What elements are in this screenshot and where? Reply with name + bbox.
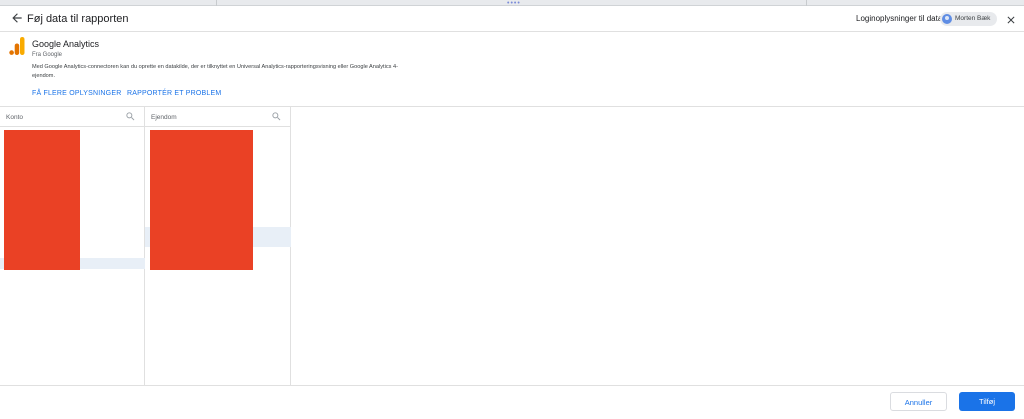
search-icon[interactable] xyxy=(125,111,136,122)
redacted-property-list xyxy=(150,130,253,270)
account-column xyxy=(0,107,145,385)
avatar-icon xyxy=(942,14,952,24)
add-button[interactable]: Tilføj xyxy=(959,392,1015,411)
google-analytics-logo-icon xyxy=(9,37,25,55)
user-chip[interactable]: Morten Bæk xyxy=(940,12,997,26)
user-name: Morten Bæk xyxy=(955,15,991,22)
learn-more-link[interactable]: FÅ FLERE OPLYSNINGER xyxy=(32,90,121,97)
property-search-input[interactable] xyxy=(151,111,261,123)
credentials-label: Loginoplysninger til data: xyxy=(856,14,945,23)
dialog-title: Føj data til rapporten xyxy=(27,13,129,25)
redacted-account-list xyxy=(4,130,80,270)
back-arrow-icon[interactable] xyxy=(10,11,24,25)
close-icon[interactable] xyxy=(1005,14,1017,26)
cancel-button[interactable]: Annuller xyxy=(890,392,947,411)
dialog-footer: Annuller Tilføj xyxy=(0,385,1024,419)
account-search-bar xyxy=(0,107,144,127)
connector-info: Google Analytics Fra Google Med Google A… xyxy=(0,33,1024,107)
connector-provider: Fra Google xyxy=(32,52,63,58)
property-search-bar xyxy=(145,107,290,127)
connector-name: Google Analytics xyxy=(32,39,100,49)
property-column xyxy=(145,107,291,385)
report-problem-link[interactable]: RAPPORTÉR ET PROBLEM xyxy=(127,90,221,97)
dialog-header: Føj data til rapporten Loginoplysninger … xyxy=(0,6,1024,32)
search-icon[interactable] xyxy=(271,111,282,122)
connector-description: Med Google Analytics-connectoren kan du … xyxy=(32,64,398,79)
account-search-input[interactable] xyxy=(6,111,116,123)
